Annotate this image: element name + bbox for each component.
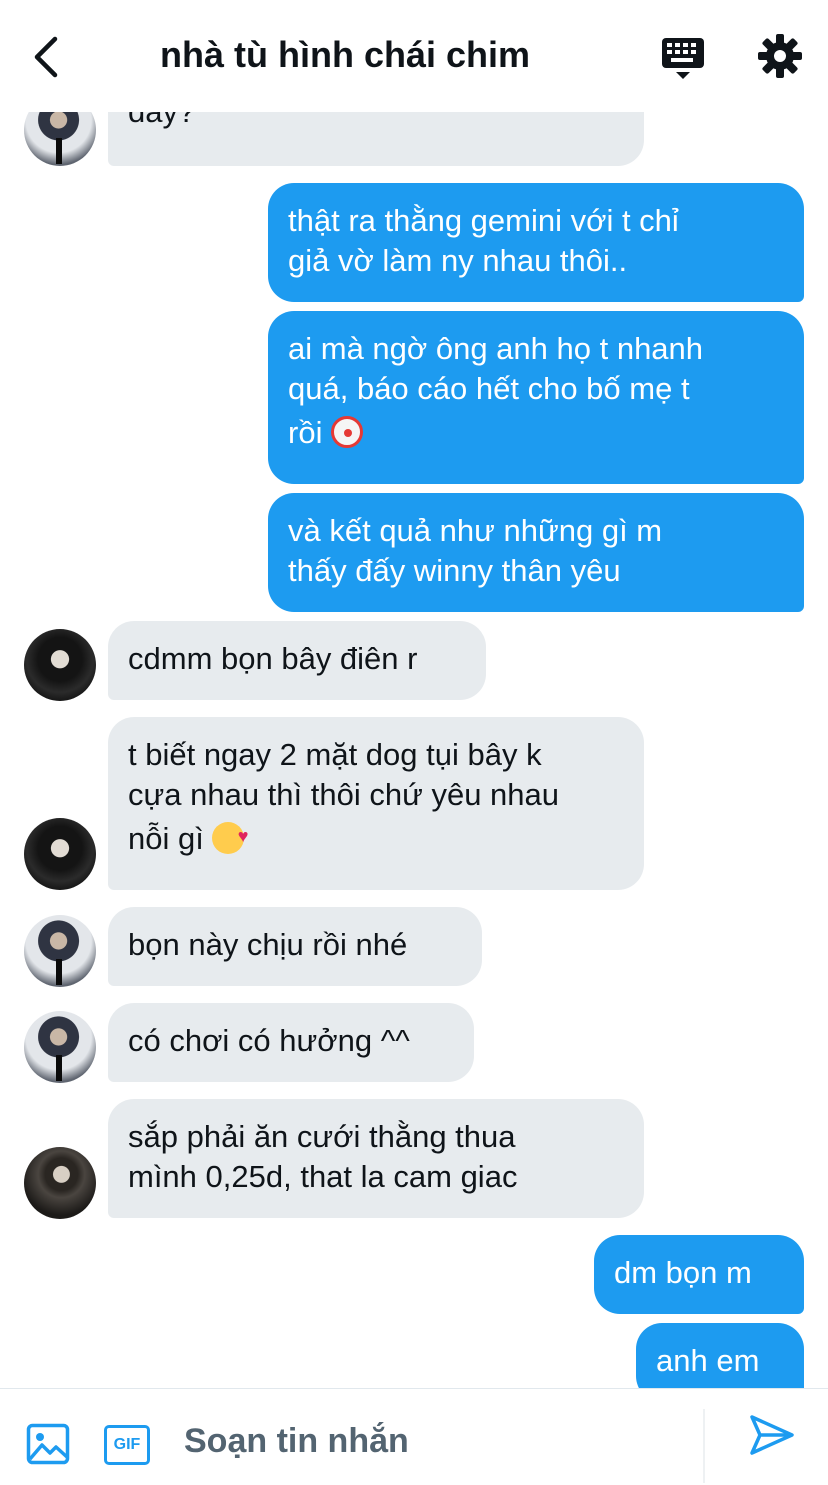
settings-button[interactable] (756, 32, 804, 80)
message-text: đấy? (128, 112, 624, 132)
image-icon (26, 1423, 70, 1465)
message-bubble-incoming[interactable]: sắp phải ăn cưới thằng thua mình 0,25d, … (108, 1099, 644, 1218)
smiling-face-with-hearts-emoji (212, 812, 248, 860)
message-bubble-outgoing[interactable]: và kết quả như những gì m thấy đấy winny… (268, 493, 804, 612)
conversation-title: nhà tù hình chái chim (159, 34, 531, 75)
gear-icon (758, 34, 802, 78)
message-bubble-incoming[interactable]: t biết ngay 2 mặt dog tụi bây k cựa nhau… (108, 717, 644, 890)
avatar[interactable] (24, 818, 96, 890)
gif-button[interactable]: GIF (104, 1425, 150, 1465)
chevron-left-icon (34, 36, 58, 78)
message-text: bọn này chịu rồi nhé (128, 927, 408, 962)
message-text: giả vờ làm ny nhau thôi.. (288, 243, 628, 278)
message-bubble-incoming[interactable]: bọn này chịu rồi nhé (108, 907, 482, 986)
message-bubble-incoming[interactable]: cdmm bọn bây điên r (108, 621, 486, 700)
message-bubble-outgoing[interactable]: ai mà ngờ ông anh họ t nhanh quá, báo cá… (268, 311, 804, 484)
message-bubble-outgoing[interactable]: dm bọn m (594, 1235, 804, 1314)
message-text: t biết ngay 2 mặt dog tụi bây k (128, 737, 542, 772)
message-text: thật ra thằng gemini với t chỉ (288, 203, 679, 238)
message-text: thấy đấy winny thân yêu (288, 553, 621, 588)
message-text: cdmm bọn bây điên r (128, 641, 418, 676)
message-text: anh em (656, 1343, 760, 1378)
message-text: và kết quả như những gì m (288, 513, 663, 548)
avatar[interactable] (24, 1147, 96, 1219)
message-text: có chơi có hưởng ^^ (128, 1023, 410, 1058)
message-bubble-outgoing[interactable]: thật ra thằng gemini với t chỉ giả vờ là… (268, 183, 804, 302)
avatar[interactable] (24, 112, 96, 166)
message-bubble-incoming[interactable]: đấy? (108, 112, 644, 166)
clown-face-emoji (331, 416, 364, 448)
avatar[interactable] (24, 915, 96, 987)
message-composer: GIF (0, 1388, 828, 1485)
message-text: sắp phải ăn cưới thằng thua (128, 1119, 516, 1154)
message-text: mình 0,25d, that la cam giac (128, 1159, 518, 1194)
message-text: cựa nhau thì thôi chứ yêu nhau (128, 777, 560, 812)
message-text: nỗi gì (128, 821, 204, 856)
back-button[interactable] (24, 30, 68, 84)
keyboard-icon (662, 38, 704, 79)
keyboard-button[interactable] (660, 36, 708, 80)
chat-header: nhà tù hình chái chim (0, 0, 828, 112)
message-text: dm bọn m (614, 1255, 752, 1290)
message-text: quá, báo cáo hết cho bố mẹ t (288, 371, 690, 406)
composer-divider (703, 1409, 705, 1483)
message-list[interactable]: đấy? thật ra thằng gemini với t chỉ giả … (0, 112, 828, 1388)
send-icon (750, 1415, 794, 1455)
send-button[interactable] (748, 1413, 796, 1457)
avatar[interactable] (24, 1011, 96, 1083)
message-text: ai mà ngờ ông anh họ t nhanh (288, 331, 704, 366)
message-input[interactable] (184, 1415, 694, 1467)
message-text: rồi (288, 415, 323, 450)
message-bubble-outgoing[interactable]: anh em (636, 1323, 804, 1388)
avatar[interactable] (24, 629, 96, 701)
message-bubble-incoming[interactable]: có chơi có hưởng ^^ (108, 1003, 474, 1082)
add-image-button[interactable] (26, 1423, 70, 1465)
